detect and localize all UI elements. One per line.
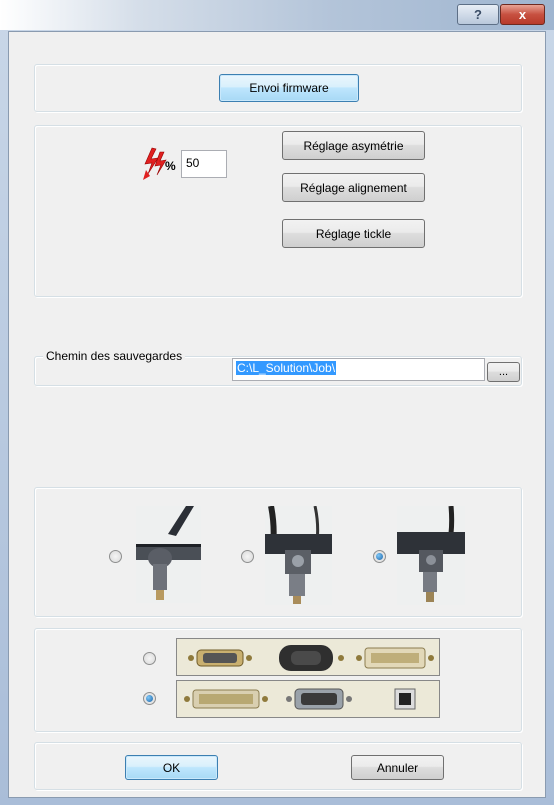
help-icon: ? xyxy=(474,7,482,22)
close-button[interactable]: x xyxy=(500,4,545,25)
tool-radio-1[interactable] xyxy=(109,550,122,563)
close-icon: x xyxy=(518,7,527,22)
dialog-window: ? x Envoi firmware % 50 Réglage asymétri… xyxy=(0,0,554,805)
parallel-centronics-connector-icon xyxy=(356,647,434,669)
tickle-adjust-button[interactable]: Réglage tickle xyxy=(282,219,425,248)
usb-b-connector-icon xyxy=(394,688,416,710)
title-bar: ? x xyxy=(0,0,554,30)
port-option-2-icons xyxy=(176,680,440,718)
dialog-client: Envoi firmware % 50 Réglage asymétrie Ré… xyxy=(8,31,546,798)
alignment-adjust-button[interactable]: Réglage alignement xyxy=(282,173,425,202)
ok-button[interactable]: OK xyxy=(125,755,218,780)
tool-radio-3[interactable] xyxy=(373,550,386,563)
tool-radio-2[interactable] xyxy=(241,550,254,563)
serial-db9-female-connector-icon xyxy=(286,688,352,710)
drag-knife-tool-photo xyxy=(136,506,201,603)
port-option-1-icons xyxy=(176,638,440,676)
percent-symbol: % xyxy=(165,159,176,173)
tangential-cutter-tool-photo xyxy=(265,506,332,605)
browse-button[interactable]: ... xyxy=(487,362,520,382)
asymmetry-adjust-button[interactable]: Réglage asymétrie xyxy=(282,131,425,160)
help-button[interactable]: ? xyxy=(457,4,499,25)
adjustment-group xyxy=(34,125,522,297)
backup-path-input[interactable]: C:\L_Solution\Job\ xyxy=(232,358,485,381)
backup-path-value: C:\L_Solution\Job\ xyxy=(236,361,337,375)
port-radio-2[interactable] xyxy=(143,692,156,705)
cancel-button[interactable]: Annuler xyxy=(351,755,444,780)
percent-input[interactable]: 50 xyxy=(181,150,227,178)
backup-path-label: Chemin des sauvegardes xyxy=(43,349,186,363)
pen-holder-tool-photo xyxy=(397,506,465,605)
parallel-db25-connector-icon xyxy=(184,689,268,709)
port-radio-1[interactable] xyxy=(143,652,156,665)
serial-db9-connector-icon xyxy=(188,649,252,667)
send-firmware-button[interactable]: Envoi firmware xyxy=(219,74,359,102)
ps2-adapter-icon xyxy=(279,645,344,671)
footer-group xyxy=(34,742,522,790)
